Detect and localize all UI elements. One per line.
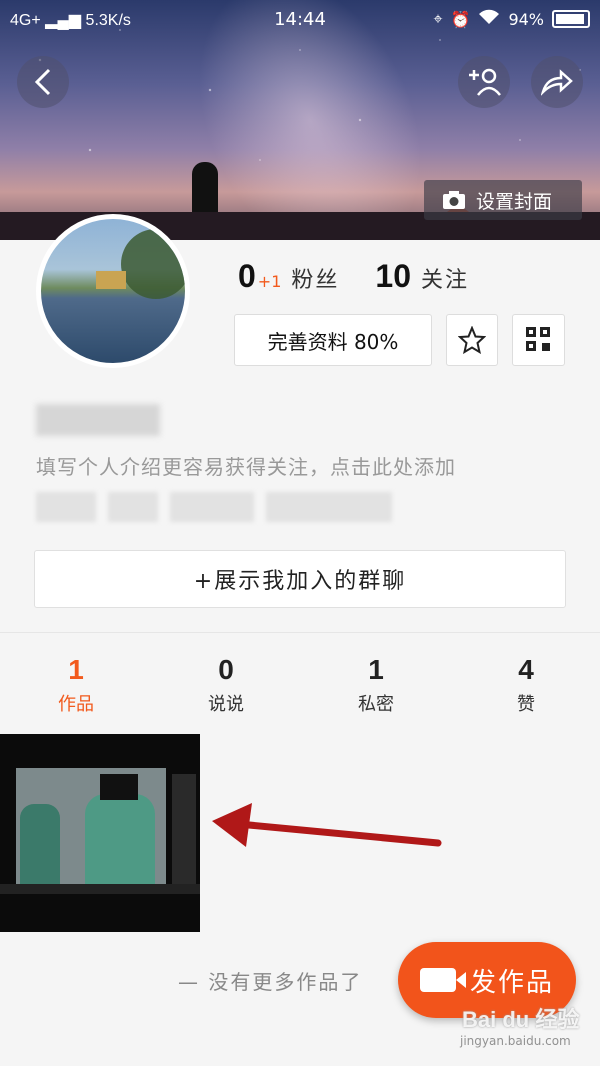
battery-icon <box>552 10 590 28</box>
thumbnail-hat <box>100 774 138 800</box>
profile-stats: 0 +1 粉丝 10 关注 <box>238 258 469 295</box>
tab-label: 赞 <box>517 694 535 715</box>
share-button[interactable] <box>531 56 583 108</box>
wifi-icon <box>478 9 500 29</box>
tab-likes[interactable]: 4 赞 <box>476 654 576 716</box>
fans-label[interactable]: 粉丝 <box>291 262 339 294</box>
fans-delta: +1 <box>257 272 282 291</box>
avatar-pavilion <box>96 271 126 289</box>
tab-label: 私密 <box>358 694 394 715</box>
tab-count: 0 <box>218 654 234 685</box>
tab-label: 说说 <box>208 694 244 715</box>
status-bar: 4G+ ▂▄▆ 5.3K/s 14:44 ⌖ ⏰ 94% <box>0 0 600 40</box>
following-label[interactable]: 关注 <box>421 262 469 294</box>
tab-count: 4 <box>518 654 534 685</box>
tab-posts[interactable]: 0 说说 <box>176 654 276 716</box>
section-divider <box>0 632 600 633</box>
baidu-watermark-url: jingyan.baidu.com <box>460 1034 571 1048</box>
tab-private[interactable]: 1 私密 <box>326 654 426 716</box>
alarm-icon: ⏰ <box>450 9 471 29</box>
work-thumbnail[interactable] <box>0 734 200 932</box>
tab-works[interactable]: 1 作品 <box>26 654 126 716</box>
qr-code-icon <box>525 327 552 353</box>
tab-count: 1 <box>368 654 384 685</box>
baidu-watermark: Bai du 经验 <box>462 1007 580 1032</box>
intro-placeholder[interactable]: 填写个人介绍更容易获得关注，点击此处添加 <box>36 451 456 480</box>
publish-label: 发作品 <box>469 967 554 998</box>
status-right: ⌖ ⏰ 94% <box>433 9 590 29</box>
tag-blur-4 <box>266 492 392 522</box>
set-cover-label: 设置封面 <box>476 190 553 213</box>
thumbnail-sidebar <box>172 774 196 894</box>
tag-blur-3 <box>170 492 254 522</box>
thumbnail-figure-left <box>20 804 60 888</box>
set-cover-button[interactable]: 设置封面 <box>424 180 582 220</box>
nickname-blurred <box>36 404 160 436</box>
complete-profile-button[interactable]: 完善资料 80% <box>234 314 432 366</box>
add-user-icon <box>469 68 501 96</box>
video-camera-icon <box>419 968 466 992</box>
share-arrow-icon <box>541 69 573 96</box>
add-friend-button[interactable] <box>458 56 510 108</box>
tab-count: 1 <box>68 654 84 685</box>
avatar-tree <box>121 229 185 299</box>
camera-icon <box>443 191 465 209</box>
star-icon <box>458 326 486 354</box>
tag-blur-2 <box>108 492 158 522</box>
avatar[interactable] <box>36 214 190 368</box>
following-count[interactable]: 10 <box>375 258 411 295</box>
tab-label: 作品 <box>58 694 94 715</box>
thumbnail-controls <box>0 884 200 894</box>
fans-count[interactable]: 0 <box>238 258 256 295</box>
thumbnail-figure-right <box>85 794 155 888</box>
location-icon: ⌖ <box>433 9 443 28</box>
profile-tags-blurred <box>36 492 392 522</box>
back-button[interactable] <box>17 56 69 108</box>
battery-label: 94% <box>508 9 544 29</box>
favorite-button[interactable] <box>446 314 498 366</box>
chevron-left-icon <box>34 68 51 96</box>
show-groups-button[interactable]: +展示我加入的群聊 <box>34 550 566 608</box>
annotation-arrow <box>212 803 442 847</box>
no-more-works-text: — 没有更多作品了 <box>178 970 363 994</box>
tag-blur-1 <box>36 492 96 522</box>
qr-code-button[interactable] <box>512 314 565 366</box>
